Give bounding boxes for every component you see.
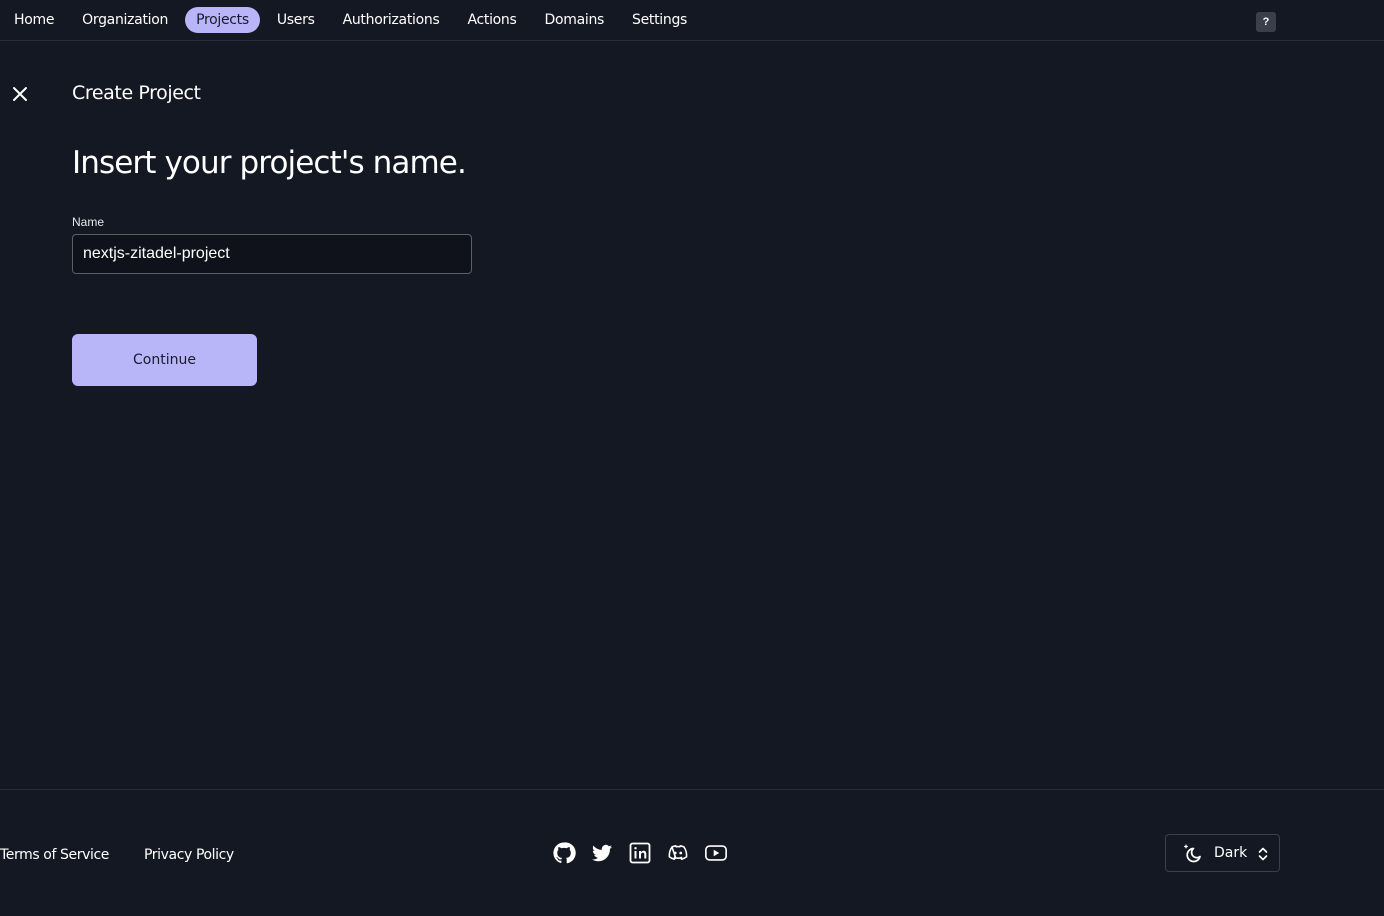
moon-icon bbox=[1184, 844, 1201, 863]
page-title: Create Project bbox=[72, 82, 201, 104]
discord-icon[interactable] bbox=[666, 841, 690, 865]
chevron-up-down-icon bbox=[1258, 847, 1268, 861]
name-field-label: Name bbox=[72, 215, 105, 229]
nav-item-projects[interactable]: Projects bbox=[185, 7, 260, 33]
nav-item-organization[interactable]: Organization bbox=[71, 7, 179, 33]
help-button[interactable]: ? bbox=[1256, 12, 1276, 32]
privacy-policy-link[interactable]: Privacy Policy bbox=[144, 847, 234, 863]
project-name-input[interactable] bbox=[72, 234, 472, 274]
nav-item-users[interactable]: Users bbox=[266, 7, 326, 33]
twitter-icon[interactable] bbox=[590, 841, 614, 865]
linkedin-icon[interactable] bbox=[628, 841, 652, 865]
continue-button[interactable]: Continue bbox=[72, 334, 257, 386]
page-heading: Insert your project's name. bbox=[72, 145, 467, 181]
nav-item-authorizations[interactable]: Authorizations bbox=[332, 7, 451, 33]
nav-items: Home Organization Projects Users Authori… bbox=[3, 7, 704, 33]
nav-item-settings[interactable]: Settings bbox=[621, 7, 698, 33]
social-links bbox=[552, 841, 742, 865]
top-nav: Home Organization Projects Users Authori… bbox=[0, 0, 1384, 41]
terms-of-service-link[interactable]: Terms of Service bbox=[0, 847, 109, 863]
youtube-icon[interactable] bbox=[704, 841, 728, 865]
nav-item-home[interactable]: Home bbox=[3, 7, 65, 33]
theme-label: Dark bbox=[1214, 845, 1248, 861]
close-button[interactable] bbox=[10, 84, 30, 104]
github-icon[interactable] bbox=[552, 841, 576, 865]
nav-item-actions[interactable]: Actions bbox=[456, 7, 527, 33]
theme-select[interactable]: Dark bbox=[1165, 834, 1280, 872]
nav-item-domains[interactable]: Domains bbox=[534, 7, 616, 33]
close-icon bbox=[13, 87, 27, 101]
